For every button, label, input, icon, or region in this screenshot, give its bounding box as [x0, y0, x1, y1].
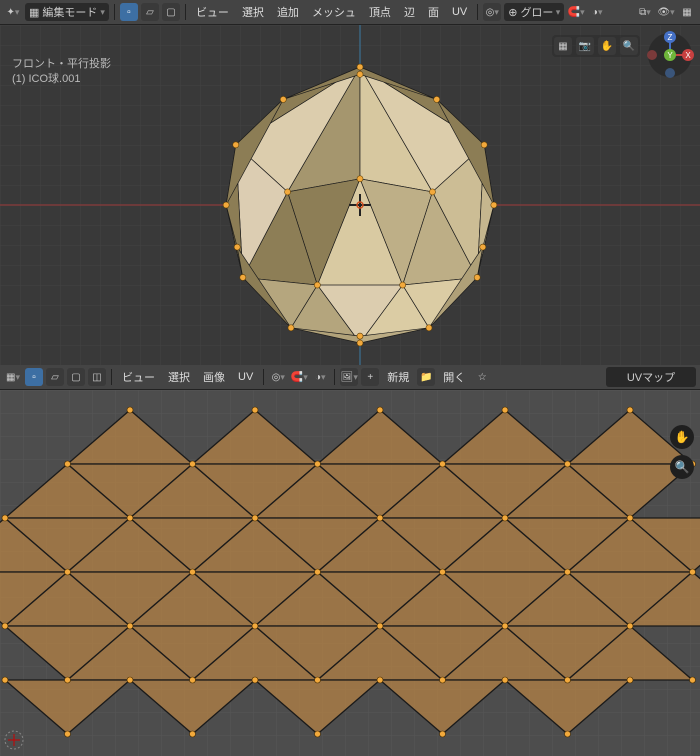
header-uv: ▦▾ ▫ ▱ ▢ ◫ ビュー 選択 画像 UV ◎▾ 🧲▾ ◑▾ 🖼▾ + 新規… [0, 365, 700, 390]
select-mode-face[interactable]: ▢ [162, 3, 180, 21]
proportional-edit-icon[interactable]: ◑▾ [588, 3, 606, 21]
uv-select-mode-vertex[interactable]: ▫ [25, 368, 43, 386]
uv-menu-image[interactable]: 画像 [198, 369, 230, 385]
uv-menu-uv[interactable]: UV [233, 371, 258, 383]
header-3d: ✦▾ ▦ 編集モード ▾ ▫ ▱ ▢ ビュー 選択 追加 メッシュ 頂点 辺 面… [0, 0, 700, 25]
select-mode-edge[interactable]: ▱ [141, 3, 159, 21]
grid-icon[interactable]: ▦ [554, 37, 572, 55]
uvmap-dropdown[interactable]: UVマップ [606, 367, 696, 387]
menu-add[interactable]: 追加 [272, 4, 304, 20]
open-label[interactable]: 開く [438, 369, 470, 385]
editor-type-icon[interactable]: ✦▾ [4, 3, 22, 21]
open-image-icon[interactable]: 📁 [417, 368, 435, 386]
uv-menu-select[interactable]: 選択 [163, 369, 195, 385]
mesh-filter-icon[interactable]: ⧉▾ [636, 3, 654, 21]
svg-text:X: X [685, 51, 691, 60]
menu-mesh[interactable]: メッシュ [307, 4, 361, 20]
uv-select-mode-face[interactable]: ▢ [67, 368, 85, 386]
pin-icon[interactable]: ☆ [473, 368, 491, 386]
uv-pivot-icon[interactable]: ◎▾ [269, 368, 287, 386]
uv-snap-icon[interactable]: 🧲▾ [290, 368, 308, 386]
image-browse-icon[interactable]: 🖼▾ [340, 368, 358, 386]
viewport-3d[interactable]: フロント・平行投影 (1) ICO球.001 ▦ 📷 ✋ 🔍 X Z Y [0, 25, 700, 365]
menu-edge[interactable]: 辺 [399, 4, 420, 20]
uv-editor[interactable]: ✋ 🔍 [0, 390, 700, 756]
uv-zoom-icon[interactable]: 🔍 [670, 455, 694, 479]
svg-text:Z: Z [668, 33, 673, 42]
new-label[interactable]: 新規 [382, 369, 414, 385]
mode-dropdown[interactable]: ▦ 編集モード ▾ [25, 3, 109, 21]
pan-icon[interactable]: ✋ [598, 37, 616, 55]
uv-select-mode-island[interactable]: ◫ [88, 368, 106, 386]
uv-select-mode-edge[interactable]: ▱ [46, 368, 64, 386]
uv-canvas [0, 390, 700, 756]
menu-select[interactable]: 選択 [237, 4, 269, 20]
projection-label: フロント・平行投影 [12, 57, 111, 72]
menu-vertex[interactable]: 頂点 [364, 4, 396, 20]
snap-icon[interactable]: 🧲▾ [567, 3, 585, 21]
uv-proportional-icon[interactable]: ◑▾ [311, 368, 329, 386]
uv-pan-icon[interactable]: ✋ [670, 425, 694, 449]
svg-text:Y: Y [667, 51, 673, 60]
new-image-button[interactable]: + [361, 368, 379, 386]
nav-gizmo[interactable]: X Z Y [646, 31, 694, 79]
select-mode-vertex[interactable]: ▫ [120, 3, 138, 21]
uv-overlay-buttons: ✋ 🔍 [670, 425, 694, 479]
editor-type-uv-icon[interactable]: ▦▾ [4, 368, 22, 386]
overlay-info: フロント・平行投影 (1) ICO球.001 [12, 57, 111, 87]
object-label: (1) ICO球.001 [12, 72, 111, 87]
menu-uv[interactable]: UV [447, 6, 472, 18]
zoom-icon[interactable]: 🔍 [620, 37, 638, 55]
menu-face[interactable]: 面 [423, 4, 444, 20]
transform-pivot-icon[interactable]: ◎▾ [483, 3, 501, 21]
overlay-buttons: ▦ 📷 ✋ 🔍 [552, 35, 640, 57]
camera-icon[interactable]: 📷 [576, 37, 594, 55]
xray-icon[interactable]: ▦ [678, 3, 696, 21]
uv-menu-view[interactable]: ビュー [117, 369, 160, 385]
orientation-dropdown[interactable]: ⊕ グロー...▾ [504, 3, 564, 21]
show-overlays-icon[interactable]: 👁▾ [657, 3, 675, 21]
menu-view[interactable]: ビュー [191, 4, 234, 20]
